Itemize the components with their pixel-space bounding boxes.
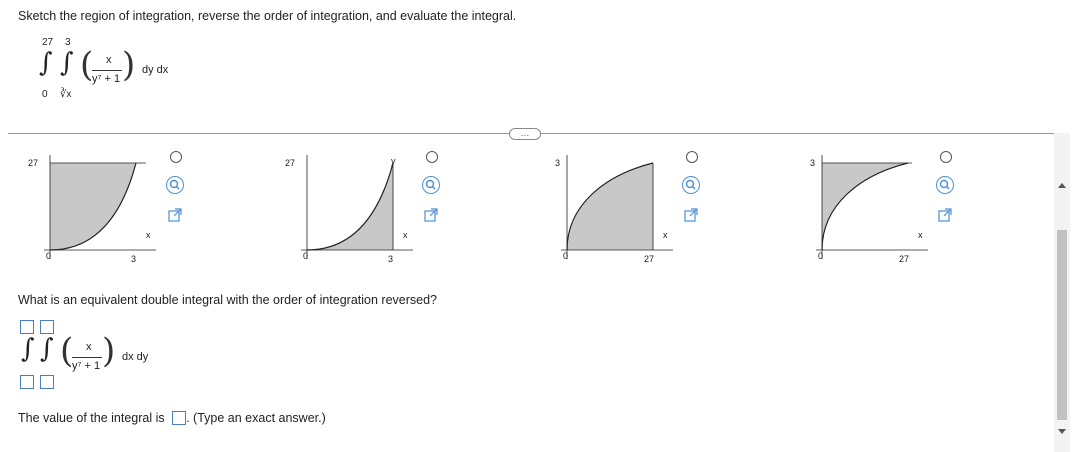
option-b-x-max: 3 bbox=[388, 254, 394, 264]
option-b-radio[interactable] bbox=[426, 151, 438, 163]
option-c-x-label: x bbox=[663, 230, 668, 240]
option-d-popout-button[interactable] bbox=[937, 207, 953, 223]
option-b-y-label: 27 bbox=[285, 158, 296, 168]
option-b-origin: 0 bbox=[303, 251, 309, 261]
option-c-plot bbox=[561, 155, 673, 259]
option-a-origin: 0 bbox=[46, 251, 52, 261]
option-c-x-max: 27 bbox=[644, 254, 655, 264]
inner-integral-sign: ∫ bbox=[40, 334, 54, 364]
inner-integral-sign: ∫ bbox=[60, 48, 74, 78]
zoom-icon bbox=[169, 179, 180, 190]
option-b-popout-button[interactable] bbox=[423, 207, 439, 223]
option-b-plot bbox=[301, 155, 413, 259]
answer-integral: ∫ ∫ ( x y⁷ + 1 ) dx dy bbox=[18, 318, 178, 393]
given-integral: 27 3 ∫ ∫ 0 ∛x ( x y⁷ + 1 ) dy dx bbox=[30, 36, 190, 106]
question-text: What is an equivalent double integral wi… bbox=[18, 293, 438, 307]
inner-lower-input[interactable] bbox=[40, 375, 54, 389]
inner-upper-input[interactable] bbox=[40, 320, 54, 334]
option-a-graph[interactable]: 27 0 3 x bbox=[28, 155, 158, 265]
option-c-y-label: 3 bbox=[555, 158, 561, 168]
integrand-denominator: y⁷ + 1 bbox=[92, 73, 121, 85]
popout-icon bbox=[424, 208, 438, 222]
option-a-plot bbox=[44, 155, 156, 259]
option-a-popout-button[interactable] bbox=[167, 207, 183, 223]
option-c-popout-button[interactable] bbox=[683, 207, 699, 223]
value-line: The value of the integral is . (Type an … bbox=[18, 411, 326, 425]
option-d-region bbox=[822, 163, 908, 250]
zoom-icon bbox=[425, 179, 436, 190]
prompt-text: Sketch the region of integration, revers… bbox=[18, 9, 517, 23]
zoom-icon bbox=[939, 179, 950, 190]
option-a-radio[interactable] bbox=[170, 151, 182, 163]
popout-icon bbox=[938, 208, 952, 222]
scroll-down-arrow[interactable] bbox=[1058, 429, 1066, 434]
answer-denominator: y⁷ + 1 bbox=[72, 360, 101, 372]
fraction-bar bbox=[72, 357, 102, 358]
outer-integral-sign: ∫ bbox=[39, 48, 53, 78]
more-button[interactable]: … bbox=[509, 128, 541, 140]
option-a-x-max: 3 bbox=[131, 254, 137, 264]
option-b-x-label: x bbox=[403, 230, 408, 240]
outer-upper-limit: 27 bbox=[42, 37, 54, 48]
value-hint: . (Type an exact answer.) bbox=[186, 411, 326, 425]
scroll-up-arrow[interactable] bbox=[1058, 183, 1066, 188]
popout-icon bbox=[168, 208, 182, 222]
outer-lower-input[interactable] bbox=[20, 375, 34, 389]
option-b-curve-label: y bbox=[391, 156, 396, 166]
answer-numerator: x bbox=[86, 341, 92, 353]
option-c-zoom-button[interactable] bbox=[682, 176, 700, 194]
value-input[interactable] bbox=[172, 411, 187, 425]
right-paren: ) bbox=[122, 45, 136, 85]
option-d-graph[interactable]: 3 0 27 x bbox=[800, 155, 930, 265]
outer-integral-sign: ∫ bbox=[21, 334, 35, 364]
value-label: The value of the integral is bbox=[18, 411, 165, 425]
option-d-plot bbox=[816, 155, 928, 259]
fraction-bar bbox=[92, 70, 122, 71]
option-b-zoom-button[interactable] bbox=[422, 176, 440, 194]
option-a-zoom-button[interactable] bbox=[166, 176, 184, 194]
option-d-origin: 0 bbox=[818, 251, 824, 261]
option-b-graph[interactable]: 27 y 0 3 x bbox=[285, 155, 415, 265]
right-paren: ) bbox=[102, 331, 116, 371]
differential: dy dx bbox=[142, 64, 169, 76]
option-a-y-label: 27 bbox=[28, 158, 39, 168]
answer-differential: dx dy bbox=[122, 351, 149, 363]
option-d-zoom-button[interactable] bbox=[936, 176, 954, 194]
integrand-numerator: x bbox=[106, 54, 112, 66]
option-d-x-label: x bbox=[918, 230, 923, 240]
outer-lower-limit: 0 bbox=[42, 89, 48, 100]
inner-lower-limit: ∛x bbox=[60, 89, 72, 100]
zoom-icon bbox=[685, 179, 696, 190]
option-d-y-label: 3 bbox=[810, 158, 816, 168]
option-c-graph[interactable]: 3 0 27 x bbox=[545, 155, 675, 265]
option-d-radio[interactable] bbox=[940, 151, 952, 163]
inner-upper-limit: 3 bbox=[65, 37, 71, 48]
outer-upper-input[interactable] bbox=[20, 320, 34, 334]
option-d-x-max: 27 bbox=[899, 254, 910, 264]
popout-icon bbox=[684, 208, 698, 222]
option-c-radio[interactable] bbox=[686, 151, 698, 163]
option-c-region bbox=[567, 163, 653, 250]
option-c-origin: 0 bbox=[563, 251, 569, 261]
scrollbar-thumb[interactable] bbox=[1057, 230, 1067, 420]
option-a-x-label: x bbox=[146, 230, 151, 240]
